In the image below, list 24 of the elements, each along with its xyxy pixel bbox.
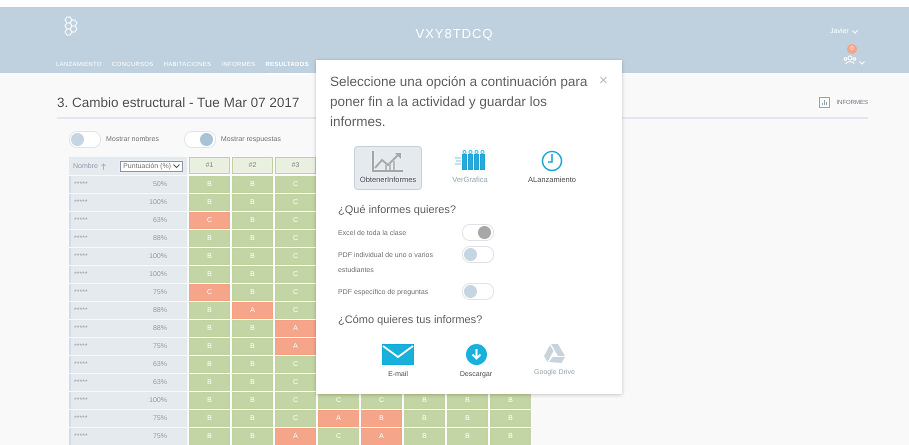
bar-chart-icon <box>819 97 830 108</box>
toggle-switch[interactable] <box>462 224 494 241</box>
chevron-icon <box>852 30 858 34</box>
toggle-switch[interactable] <box>69 131 101 148</box>
download-icon <box>466 344 486 365</box>
arrow-up-icon[interactable] <box>100 162 106 170</box>
envelope-icon <box>382 344 414 365</box>
triangle-logo-icon <box>544 344 565 363</box>
toggle-switch[interactable] <box>462 246 494 263</box>
dialog-message: Seleccione una opción a continuación para poner fin a la actividad y guardar los informes. <box>330 73 588 131</box>
people-icon[interactable] <box>843 55 857 65</box>
server-rack-icon <box>455 150 485 172</box>
page-title: 3. Cambio estructural - Tue Mar 07 2017 <box>57 95 300 110</box>
chevron-icon <box>173 164 180 168</box>
toggle-switch[interactable] <box>184 131 216 148</box>
session-code: VXY8TDCQ <box>415 26 494 41</box>
section-heading: ¿Cómo quieres tus informes? <box>338 314 484 326</box>
logo-icon <box>62 16 78 36</box>
chart-icon <box>371 150 405 172</box>
section-heading: ¿Qué informes quieres? <box>338 204 457 216</box>
clock-icon <box>541 150 563 172</box>
toggle-switch[interactable] <box>462 283 494 300</box>
close-button[interactable]: × <box>599 72 608 89</box>
chevron-icon <box>859 61 865 65</box>
